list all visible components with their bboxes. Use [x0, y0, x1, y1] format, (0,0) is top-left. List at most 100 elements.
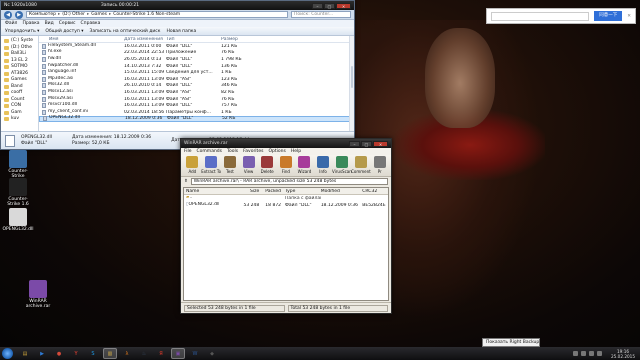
- taskbar-half-life-button[interactable]: λ: [120, 348, 134, 359]
- col-size[interactable]: Размер: [221, 37, 261, 42]
- menu-tools[interactable]: Сервис: [59, 21, 76, 26]
- file-date: 15.03.2011 15:09: [124, 70, 165, 76]
- file-date: 14.10.2013 7:32: [124, 63, 162, 69]
- col-type[interactable]: Type: [283, 189, 321, 194]
- counter-strike-16-icon: [9, 178, 27, 196]
- explorer-titlebar[interactable]: Nc 1920x1080 Запись 00:00:21 – □ ✕: [1, 1, 354, 10]
- winrar-menu-item[interactable]: Help: [291, 149, 301, 154]
- crumb-computer[interactable]: Компьютер: [29, 12, 56, 17]
- burn-button[interactable]: Записать на оптический диск: [90, 29, 161, 34]
- start-button[interactable]: [2, 348, 13, 359]
- winrar-minimize-button[interactable]: –: [349, 140, 360, 147]
- taskbar-explorer-button[interactable]: ▤: [18, 348, 32, 359]
- taskbar-chrome-button[interactable]: ●: [52, 348, 66, 359]
- archive-item-modified: 18.12.2009 0:36: [320, 203, 358, 208]
- desktop-icon-opengl32[interactable]: OPENGL32.dll: [2, 208, 34, 232]
- menu-file[interactable]: Файл: [5, 21, 17, 26]
- toolbar-button-info[interactable]: Info: [315, 156, 332, 175]
- search-input[interactable]: Поиск: Counter...: [291, 11, 351, 18]
- toolbar-button-test[interactable]: Test: [222, 156, 239, 175]
- close-button[interactable]: ✕: [336, 2, 351, 9]
- col-crc[interactable]: CRC32: [362, 189, 388, 194]
- winrar-titlebar[interactable]: WinRAR archive.rar – □ ✕: [181, 139, 391, 148]
- file-date: 16.03.2011 13:09: [124, 96, 165, 102]
- scroll-thumb[interactable]: [351, 66, 353, 88]
- popup-input[interactable]: [491, 11, 590, 21]
- file-list: Имя Дата изменения Тип Размер FileSystem…: [39, 36, 354, 131]
- forward-button[interactable]: ▶: [15, 10, 23, 19]
- word-icon: W: [192, 350, 198, 357]
- winrar-menu-item[interactable]: File: [184, 149, 192, 154]
- taskbar-app-button[interactable]: ◆: [205, 348, 219, 359]
- details-name: OPENGL32.dll: [21, 134, 52, 140]
- menu-help[interactable]: Справка: [81, 21, 101, 26]
- toolbar-button-find[interactable]: Find: [278, 156, 295, 175]
- clock[interactable]: 19:16 25.02.2015: [611, 349, 638, 359]
- virusscan-icon: [335, 156, 348, 168]
- col-name[interactable]: Name: [184, 189, 237, 194]
- col-size[interactable]: Size: [237, 189, 261, 194]
- archive-item-crc: BE52B24E: [362, 203, 386, 208]
- toolbar-button-wizard[interactable]: Wizard: [296, 156, 313, 175]
- menu-edit[interactable]: Правка: [22, 21, 39, 26]
- winrar-close-button[interactable]: ✕: [373, 140, 388, 147]
- taskbar-folder-button[interactable]: ▥: [103, 348, 117, 359]
- winrar-menu-item[interactable]: Commands: [197, 149, 222, 154]
- taskbar-yandex-button[interactable]: Y: [69, 348, 83, 359]
- nav-item[interactable]: kuv: [1, 116, 38, 123]
- toolbar-button-virusscan[interactable]: VirusScan: [332, 156, 352, 175]
- toolbar-button-pr[interactable]: Pr: [371, 156, 388, 175]
- find-icon: [279, 156, 292, 168]
- taskbar-yandex-browser-button[interactable]: Я: [154, 348, 168, 359]
- file-row[interactable]: OPENGL32.dll 18.12.2009 0:36 Файл "DLL" 52 …: [39, 115, 354, 123]
- file-size: 346 КБ: [221, 83, 238, 89]
- toolbar-button-extract-to[interactable]: Extract To: [201, 156, 221, 175]
- address-path[interactable]: Компьютер ▸ (D:) Other ▸ Games ▸ Counter-St…: [26, 11, 288, 18]
- minimize-button[interactable]: –: [312, 2, 323, 9]
- toolbar-button-add[interactable]: Add: [184, 156, 201, 175]
- col-type[interactable]: Тип: [166, 37, 221, 42]
- winrar-menu-item[interactable]: Options: [268, 149, 285, 154]
- col-date[interactable]: Дата изменения: [124, 37, 166, 42]
- taskbar-winrar-button[interactable]: ▣: [171, 348, 185, 359]
- winrar-path[interactable]: WinRAR archive.rar\ - RAR archive, unpac…: [190, 178, 388, 185]
- col-name[interactable]: Имя: [39, 37, 124, 42]
- close-icon[interactable]: ✕: [627, 14, 631, 19]
- back-button[interactable]: ◀: [4, 10, 12, 19]
- network-icon[interactable]: [597, 351, 603, 356]
- taskbar-word-button[interactable]: W: [188, 348, 202, 359]
- tray-icon[interactable]: [573, 351, 579, 356]
- crumb-cs[interactable]: Counter-Strike 1.6 Non-steam: [113, 12, 180, 17]
- volume-icon[interactable]: [589, 351, 595, 356]
- toolbar-button-view[interactable]: View: [240, 156, 257, 175]
- taskbar-steam-button[interactable]: ♨: [137, 348, 151, 359]
- desktop-icon-counter-strike[interactable]: Counter-Strike: [2, 150, 34, 179]
- file-date: 16.03.2011 13:09: [124, 89, 165, 95]
- taskbar-skype-button[interactable]: S: [86, 348, 100, 359]
- taskbar-media-button[interactable]: ▶: [35, 348, 49, 359]
- crumb-games[interactable]: Games: [91, 12, 107, 17]
- archive-row[interactable]: ▯ OPENGL32.dll 53 248 18 872 Файл "DLL" 18.1…: [184, 202, 388, 209]
- organize-button[interactable]: Упорядочить ▾: [5, 29, 39, 34]
- maximize-button[interactable]: □: [324, 2, 335, 9]
- winrar-menu-item[interactable]: Favorites: [243, 149, 263, 154]
- tray-icon[interactable]: [581, 351, 587, 356]
- col-modified[interactable]: Modified: [321, 189, 363, 194]
- archive-row[interactable]: ▰ ..Папка с файлами: [184, 195, 388, 202]
- share-button[interactable]: Общий доступ ▾: [45, 29, 83, 34]
- toolbar-button-delete[interactable]: Delete: [259, 156, 276, 175]
- popup-button[interactable]: 同意一下: [594, 11, 623, 21]
- file-size: 76 КБ: [221, 96, 235, 102]
- winrar-menu-item[interactable]: Tools: [227, 149, 238, 154]
- crumb-drive[interactable]: (D:) Other: [62, 12, 85, 17]
- menu-view[interactable]: Вид: [45, 21, 54, 26]
- vertical-scrollbar[interactable]: [349, 36, 354, 131]
- toolbar-button-comment[interactable]: Comment: [351, 156, 371, 175]
- new-folder-button[interactable]: Новая папка: [166, 29, 196, 34]
- desktop-icon-counter-strike-16[interactable]: Counter-Strike 1.6: [2, 178, 34, 207]
- winrar-maximize-button[interactable]: □: [361, 140, 372, 147]
- desktop-icon-winrar-archive[interactable]: WinRAR archive.rar: [22, 280, 54, 309]
- col-packed[interactable]: Packed: [261, 189, 283, 194]
- up-folder-icon[interactable]: ⬆: [184, 179, 188, 184]
- folder-icon: [4, 110, 9, 115]
